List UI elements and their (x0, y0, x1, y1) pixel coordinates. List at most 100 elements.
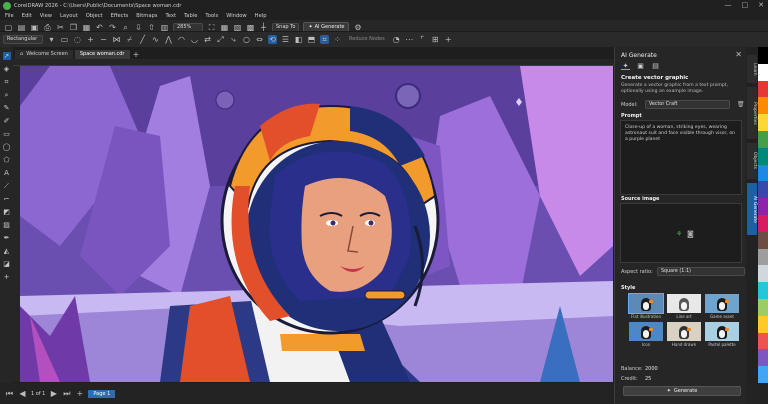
freehand-select-icon[interactable]: ◌ (73, 35, 82, 44)
style-option[interactable]: Hand drawn (667, 322, 701, 347)
color-swatch[interactable] (758, 298, 768, 316)
close-panel-icon[interactable]: ✕ (735, 50, 742, 59)
add-icon[interactable]: + (444, 35, 453, 44)
next-page-icon[interactable]: ▶ (49, 389, 58, 398)
image-mode-icon[interactable]: ▣ (636, 62, 645, 70)
shape-tool-icon[interactable]: ◈ (3, 65, 11, 73)
add-node-icon[interactable]: + (86, 35, 95, 44)
to-line-icon[interactable]: ╱ (138, 35, 147, 44)
menu-window[interactable]: Window (226, 13, 246, 19)
polygon-tool-icon[interactable]: ⬠ (3, 156, 11, 164)
color-swatch[interactable] (758, 147, 768, 165)
extract-subpath-icon[interactable]: ⤷ (229, 35, 238, 44)
menu-layout[interactable]: Layout (60, 13, 78, 19)
gallery-mode-icon[interactable]: ▤ (651, 62, 660, 70)
docker-tab-objects[interactable]: Objects (747, 143, 757, 179)
docker-tab-ai-generate[interactable]: AI Generate (747, 183, 757, 235)
artistic-media-icon[interactable]: ✐ (3, 117, 11, 125)
generate-mode-icon[interactable]: ✦ (621, 62, 630, 70)
mirror-v-icon[interactable]: ⬒ (307, 35, 316, 44)
break-curve-icon[interactable]: ⌿ (125, 35, 134, 44)
wrap-icon[interactable]: ⊞ (431, 35, 440, 44)
elastic-mode-icon[interactable]: ⌗ (320, 35, 329, 44)
add-tab-icon[interactable]: + (132, 50, 141, 59)
shape-type-select[interactable]: Rectangular (3, 35, 43, 44)
to-curve-icon[interactable]: ∿ (151, 35, 160, 44)
style-option[interactable]: Game asset (705, 294, 739, 319)
add-image-icon[interactable]: ⚘ (676, 230, 682, 238)
prompt-textarea[interactable]: Close-up of a woman, striking eyes, wear… (620, 120, 742, 195)
zoom-tool-icon[interactable]: ⌕ (3, 91, 11, 99)
color-swatch[interactable] (758, 130, 768, 148)
select-all-nodes-icon[interactable]: ⁘ (333, 35, 342, 44)
docker-tab-properties[interactable]: Properties (747, 87, 757, 139)
camera-icon[interactable]: ◙ (687, 230, 694, 238)
smooth-node-icon[interactable]: ◠ (177, 35, 186, 44)
extend-curve-icon[interactable]: ⤢ (216, 35, 225, 44)
rotate-nodes-icon[interactable]: ⟲ (268, 35, 277, 44)
maximize-button[interactable]: □ (742, 1, 749, 9)
source-image-dropzone[interactable]: ⚘ ◙ (620, 203, 742, 263)
connector-tool-icon[interactable]: ⌐ (3, 195, 11, 203)
menu-object[interactable]: Object (86, 13, 103, 19)
text-tool-icon[interactable]: A (3, 169, 11, 177)
parallel-dimension-icon[interactable]: ⟋ (3, 182, 11, 190)
style-option[interactable]: Pastel palette (705, 322, 739, 347)
generate-button[interactable]: ✦ Generate (623, 386, 741, 396)
add-page-icon[interactable]: + (75, 389, 84, 398)
corner-icon[interactable]: ⌜ (418, 35, 427, 44)
smart-fill-icon[interactable]: ◪ (3, 260, 11, 268)
color-swatch[interactable] (758, 47, 768, 64)
join-nodes-icon[interactable]: ⋈ (112, 35, 121, 44)
menu-edit[interactable]: Edit (22, 13, 32, 19)
close-curve-icon[interactable]: ○ (242, 35, 251, 44)
drawing-canvas[interactable] (20, 66, 613, 382)
drop-shadow-icon[interactable]: ◩ (3, 208, 11, 216)
pick-tool-icon[interactable]: ➚ (2, 52, 11, 60)
freehand-tool-icon[interactable]: ✎ (3, 104, 11, 112)
ellipse-tool-icon[interactable]: ◯ (3, 143, 11, 151)
tab-welcome-screen[interactable]: ⌂ Welcome Screen (15, 49, 73, 59)
reduce-nodes-button[interactable]: Reduce Nodes (346, 35, 388, 44)
symmetrical-node-icon[interactable]: ◡ (190, 35, 199, 44)
interactive-fill-icon[interactable]: ◭ (3, 247, 11, 255)
delete-node-icon[interactable]: − (99, 35, 108, 44)
color-swatch[interactable] (758, 349, 768, 367)
select-mode-icon[interactable]: ▾ (47, 35, 56, 44)
menu-table[interactable]: Table (184, 13, 197, 19)
color-swatch[interactable] (758, 265, 768, 283)
page-tab[interactable]: Page 1 (88, 389, 116, 398)
menu-tools[interactable]: Tools (205, 13, 218, 19)
transparency-tool-icon[interactable]: ▨ (3, 221, 11, 229)
cusp-node-icon[interactable]: ⋀ (164, 35, 173, 44)
style-option[interactable]: Line art (667, 294, 701, 319)
color-swatch[interactable] (758, 366, 768, 383)
close-button[interactable]: ✕ (758, 1, 764, 9)
color-swatch[interactable] (758, 80, 768, 98)
first-page-icon[interactable]: ⏮ (5, 389, 14, 398)
menu-view[interactable]: View (40, 13, 52, 19)
curve-smoothness-icon[interactable]: ◔ (392, 35, 401, 44)
color-swatch[interactable] (758, 198, 768, 215)
stretch-nodes-icon[interactable]: ⇔ (255, 35, 264, 44)
color-swatch[interactable] (758, 97, 768, 115)
crop-tool-icon[interactable]: ⌗ (3, 78, 11, 86)
mirror-h-icon[interactable]: ◧ (294, 35, 303, 44)
minimize-button[interactable]: — (725, 1, 732, 9)
eyedropper-icon[interactable]: ✒ (3, 234, 11, 242)
reverse-direction-icon[interactable]: ⇄ (203, 35, 212, 44)
color-swatch[interactable] (758, 231, 768, 249)
model-select[interactable]: Vector Craft (645, 100, 730, 109)
prev-page-icon[interactable]: ◀ (18, 389, 27, 398)
node-options-icon[interactable]: ⋯ (405, 35, 414, 44)
aspect-ratio-select[interactable]: Square (1:1) (657, 267, 745, 276)
docker-tab-learn[interactable]: Learn (747, 55, 757, 83)
menu-effects[interactable]: Effects (111, 13, 129, 19)
add-tool-icon[interactable]: + (3, 273, 11, 281)
menu-file[interactable]: File (5, 13, 14, 19)
menu-text[interactable]: Text (166, 13, 177, 19)
color-swatch[interactable] (758, 164, 768, 182)
color-swatch[interactable] (758, 282, 768, 299)
style-option[interactable]: Flat illustration (628, 293, 664, 319)
rect-select-icon[interactable]: ▭ (60, 35, 69, 44)
